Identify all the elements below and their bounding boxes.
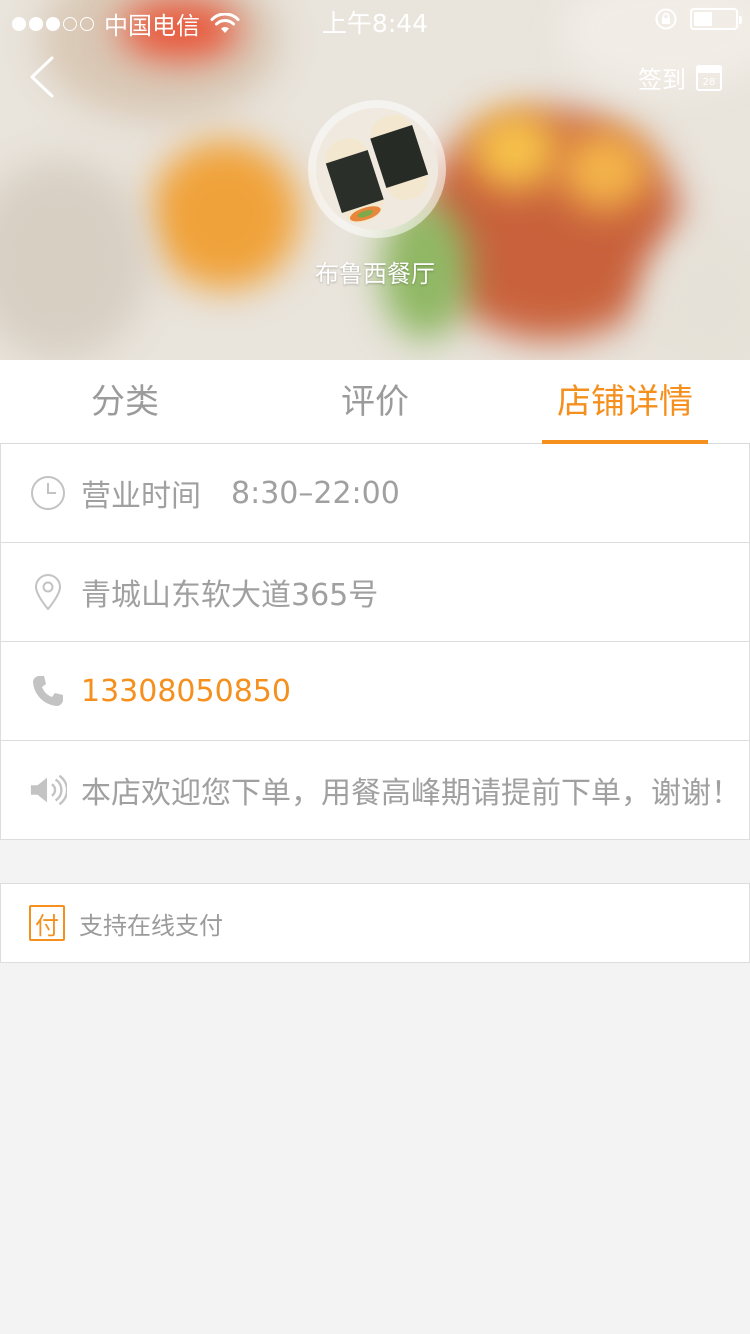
sushi-image <box>316 108 438 230</box>
shop-avatar[interactable] <box>316 108 438 230</box>
notice-text: 本店欢迎您下单，用餐高峰期请提前下单，谢谢！ <box>81 776 741 811</box>
shop-name: 布鲁西餐厅 <box>315 260 435 288</box>
online-payment-text: 支持在线支付 <box>79 911 223 940</box>
checkin-button[interactable]: 签到 28 <box>638 60 722 95</box>
shop-info-list: 营业时间 8:30–22:00 青城山东软大道365号 13308050850 … <box>0 444 750 840</box>
location-pin-icon <box>29 573 67 611</box>
checkin-label: 签到 <box>638 66 686 94</box>
phone-number-link[interactable]: 13308050850 <box>81 674 291 709</box>
tab-reviews[interactable]: 评价 <box>250 360 500 443</box>
address-row[interactable]: 青城山东软大道365号 <box>1 543 749 642</box>
status-bar: 中国电信 上午8:44 <box>0 0 750 40</box>
tab-bar: 分类 评价 店铺详情 <box>0 360 750 444</box>
address-text: 青城山东软大道365号 <box>81 578 379 613</box>
back-button[interactable] <box>24 54 64 100</box>
phone-icon <box>29 672 67 710</box>
phone-row[interactable]: 13308050850 <box>1 642 749 741</box>
calendar-icon: 28 <box>696 64 722 91</box>
shop-header: 中国电信 上午8:44 签到 28 布鲁西餐厅 <box>0 0 750 360</box>
payment-badge-icon: 付 <box>29 905 65 941</box>
speaker-icon <box>29 771 67 809</box>
business-hours-row: 营业时间 8:30–22:00 <box>1 444 749 543</box>
rotation-lock-icon <box>655 8 677 30</box>
calendar-day: 28 <box>702 76 716 88</box>
battery-icon <box>690 8 742 30</box>
business-hours-label: 营业时间 <box>81 479 201 514</box>
chevron-left-icon <box>30 56 54 98</box>
section-divider <box>0 840 750 883</box>
notice-row: 本店欢迎您下单，用餐高峰期请提前下单，谢谢！ <box>1 741 749 840</box>
online-payment-row: 付 支持在线支付 <box>0 883 750 963</box>
tab-category[interactable]: 分类 <box>0 360 250 443</box>
business-hours-value: 8:30–22:00 <box>231 475 400 511</box>
status-time: 上午8:44 <box>321 9 429 38</box>
clock-icon <box>29 474 67 512</box>
tab-shop-details[interactable]: 店铺详情 <box>500 360 750 444</box>
